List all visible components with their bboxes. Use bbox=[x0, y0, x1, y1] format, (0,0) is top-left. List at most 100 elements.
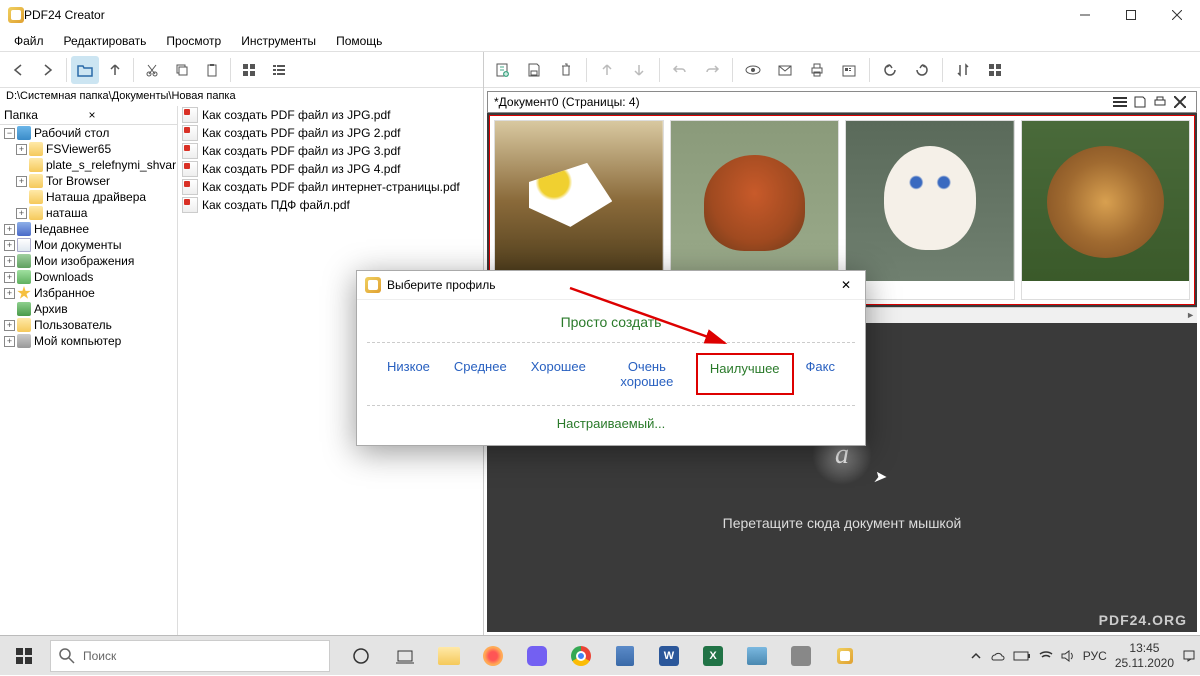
tray-battery-icon[interactable] bbox=[1013, 651, 1031, 661]
expand-icon[interactable]: + bbox=[4, 320, 15, 331]
taskbar-explorer[interactable] bbox=[428, 636, 470, 676]
menu-edit[interactable]: Редактировать bbox=[54, 32, 157, 50]
file-item[interactable]: Как создать PDF файл из JPG 4.pdf bbox=[178, 160, 483, 178]
tree-tor[interactable]: Tor Browser bbox=[46, 174, 110, 188]
delete-button[interactable] bbox=[552, 56, 580, 84]
tree-natasha[interactable]: Наташа драйвера bbox=[46, 190, 146, 204]
quality-best[interactable]: Наилучшее bbox=[696, 353, 794, 395]
page-thumbnail[interactable] bbox=[845, 120, 1015, 300]
tree-myimg[interactable]: Мои изображения bbox=[34, 254, 134, 268]
close-button[interactable] bbox=[1154, 0, 1200, 30]
sort-button[interactable] bbox=[949, 56, 977, 84]
tree-archive[interactable]: Архив bbox=[34, 302, 68, 316]
start-button[interactable] bbox=[0, 636, 48, 676]
redo-button[interactable] bbox=[698, 56, 726, 84]
doc-print-icon[interactable] bbox=[1150, 92, 1170, 112]
dialog-close-button[interactable]: ✕ bbox=[835, 278, 857, 292]
expand-icon[interactable]: + bbox=[4, 288, 15, 299]
menu-help[interactable]: Помощь bbox=[326, 32, 392, 50]
tree-mycomp[interactable]: Мой компьютер bbox=[34, 334, 121, 348]
file-item[interactable]: Как создать PDF файл из JPG 2.pdf bbox=[178, 124, 483, 142]
list-view-button[interactable] bbox=[265, 56, 293, 84]
save-button[interactable] bbox=[520, 56, 548, 84]
doc-close-icon[interactable] bbox=[1170, 92, 1190, 112]
tree-plate[interactable]: plate_s_relefnymi_shvar bbox=[46, 158, 176, 172]
rotate-left-button[interactable] bbox=[876, 56, 904, 84]
tree-fsviewer[interactable]: FSViewer65 bbox=[46, 142, 111, 156]
copy-button[interactable] bbox=[168, 56, 196, 84]
expand-icon[interactable]: + bbox=[16, 208, 27, 219]
doc-save-icon[interactable] bbox=[1130, 92, 1150, 112]
tree-mydocs[interactable]: Мои документы bbox=[34, 238, 121, 252]
email-button[interactable] bbox=[771, 56, 799, 84]
tree-recent[interactable]: Недавнее bbox=[34, 222, 89, 236]
move-down-button[interactable] bbox=[625, 56, 653, 84]
taskbar-app[interactable] bbox=[472, 636, 514, 676]
tray-clock[interactable]: 13:45 25.11.2020 bbox=[1115, 641, 1174, 670]
taskbar-chrome[interactable] bbox=[560, 636, 602, 676]
taskbar-word[interactable]: W bbox=[648, 636, 690, 676]
print-button[interactable] bbox=[803, 56, 831, 84]
expand-icon[interactable]: + bbox=[4, 336, 15, 347]
taskbar-app[interactable] bbox=[780, 636, 822, 676]
expand-icon[interactable]: + bbox=[16, 176, 27, 187]
folder-button[interactable] bbox=[71, 56, 99, 84]
file-item[interactable]: Как создать PDF файл из JPG 3.pdf bbox=[178, 142, 483, 160]
expand-icon[interactable]: + bbox=[4, 240, 15, 251]
quality-good[interactable]: Хорошее bbox=[519, 353, 598, 395]
taskbar-app[interactable] bbox=[736, 636, 778, 676]
forward-button[interactable] bbox=[34, 56, 62, 84]
tray-volume-icon[interactable] bbox=[1061, 650, 1075, 662]
search-box[interactable]: Поиск bbox=[50, 640, 330, 672]
tree-fav[interactable]: Избранное bbox=[34, 286, 95, 300]
just-create-button[interactable]: Просто создать bbox=[367, 310, 855, 343]
rotate-right-button[interactable] bbox=[908, 56, 936, 84]
expand-icon[interactable]: + bbox=[16, 144, 27, 155]
taskbar-calculator[interactable] bbox=[604, 636, 646, 676]
menu-tools[interactable]: Инструменты bbox=[231, 32, 326, 50]
minimize-button[interactable] bbox=[1062, 0, 1108, 30]
taskview-button[interactable] bbox=[340, 636, 382, 676]
expand-icon[interactable]: − bbox=[4, 128, 15, 139]
custom-profile-button[interactable]: Настраиваемый... bbox=[357, 406, 865, 435]
new-doc-button[interactable] bbox=[488, 56, 516, 84]
tray-notifications-icon[interactable] bbox=[1182, 649, 1196, 663]
tree-desktop[interactable]: Рабочий стол bbox=[34, 126, 109, 140]
preview-button[interactable] bbox=[739, 56, 767, 84]
tray-wifi-icon[interactable] bbox=[1039, 650, 1053, 662]
menu-view[interactable]: Просмотр bbox=[156, 32, 231, 50]
file-item[interactable]: Как создать ПДФ файл.pdf bbox=[178, 196, 483, 214]
back-button[interactable] bbox=[4, 56, 32, 84]
tray-language[interactable]: РУС bbox=[1083, 649, 1107, 663]
quality-low[interactable]: Низкое bbox=[375, 353, 442, 395]
quality-fax[interactable]: Факс bbox=[794, 353, 847, 395]
expand-icon[interactable]: + bbox=[4, 272, 15, 283]
grid-view-button[interactable] bbox=[235, 56, 263, 84]
taskbar-excel[interactable]: X bbox=[692, 636, 734, 676]
file-item[interactable]: Как создать PDF файл интернет-страницы.p… bbox=[178, 178, 483, 196]
maximize-button[interactable] bbox=[1108, 0, 1154, 30]
expand-icon[interactable]: + bbox=[4, 256, 15, 267]
move-up-button[interactable] bbox=[593, 56, 621, 84]
menu-file[interactable]: Файл bbox=[4, 32, 54, 50]
tray-chevron-icon[interactable] bbox=[971, 651, 981, 661]
cut-button[interactable] bbox=[138, 56, 166, 84]
file-item[interactable]: Как создать PDF файл из JPG.pdf bbox=[178, 106, 483, 124]
taskbar-pdf24[interactable] bbox=[824, 636, 866, 676]
paste-button[interactable] bbox=[198, 56, 226, 84]
fax-button[interactable] bbox=[835, 56, 863, 84]
tree-user[interactable]: Пользователь bbox=[34, 318, 112, 332]
grid-button[interactable] bbox=[981, 56, 1009, 84]
tree-close-icon[interactable]: × bbox=[85, 108, 174, 122]
tree-downloads[interactable]: Downloads bbox=[34, 270, 93, 284]
tray-onedrive-icon[interactable] bbox=[989, 650, 1005, 662]
quality-medium[interactable]: Среднее bbox=[442, 353, 519, 395]
taskbar-app[interactable] bbox=[384, 636, 426, 676]
expand-icon[interactable]: + bbox=[4, 224, 15, 235]
doc-menu-icon[interactable] bbox=[1110, 92, 1130, 112]
tree-natasha2[interactable]: наташа bbox=[46, 206, 87, 220]
undo-button[interactable] bbox=[666, 56, 694, 84]
page-thumbnail[interactable] bbox=[1021, 120, 1191, 300]
quality-very-good[interactable]: Очень хорошее bbox=[598, 353, 696, 395]
taskbar-viber[interactable] bbox=[516, 636, 558, 676]
